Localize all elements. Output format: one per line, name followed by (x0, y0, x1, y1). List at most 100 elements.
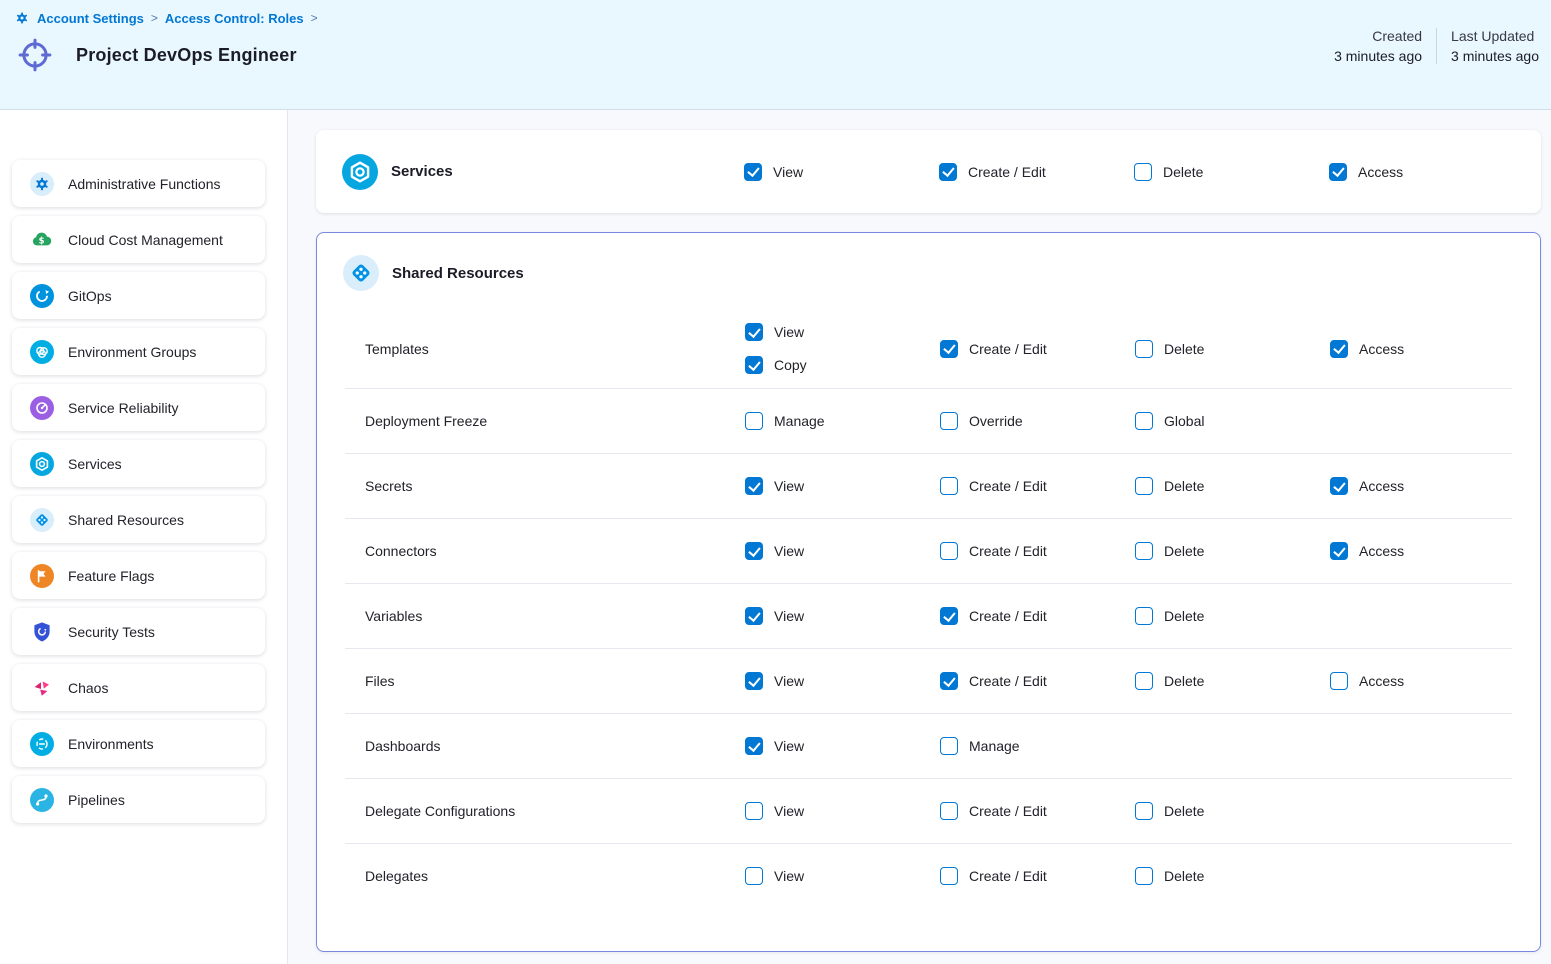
checkbox-unchecked-icon[interactable] (1135, 477, 1153, 495)
checkbox-unchecked-icon[interactable] (1134, 163, 1152, 181)
checkbox-unchecked-icon[interactable] (1135, 672, 1153, 690)
checkbox-checked-icon[interactable] (1330, 542, 1348, 560)
permission-delete[interactable]: Delete (1135, 672, 1330, 690)
permission-view[interactable]: View (745, 737, 940, 755)
sidebar-item-service-reliability[interactable]: Service Reliability (12, 384, 265, 431)
permission-access[interactable]: Access (1330, 340, 1512, 358)
checkbox-checked-icon[interactable] (745, 356, 763, 374)
permission-create-edit[interactable]: Create / Edit (940, 477, 1135, 495)
permission-create-edit[interactable]: Create / Edit (940, 607, 1135, 625)
permission-delete[interactable]: Delete (1135, 802, 1330, 820)
permission-delete[interactable]: Delete (1135, 542, 1330, 560)
sidebar-item-security-tests[interactable]: Security Tests (12, 608, 265, 655)
services-icon (342, 154, 378, 190)
created-meta: Created 3 minutes ago (1334, 28, 1436, 64)
sidebar-item-environments[interactable]: Environments (12, 720, 265, 767)
sidebar-item-gitops[interactable]: GitOps (12, 272, 265, 319)
checkbox-checked-icon[interactable] (745, 607, 763, 625)
permission-manage[interactable]: Manage (940, 737, 1135, 755)
checkbox-checked-icon[interactable] (1329, 163, 1347, 181)
settings-gear-icon (14, 10, 30, 26)
sidebar-item-pipelines[interactable]: Pipelines (12, 776, 265, 823)
environments-icon (30, 732, 54, 756)
checkbox-unchecked-icon[interactable] (1135, 340, 1153, 358)
checkbox-checked-icon[interactable] (745, 477, 763, 495)
checkbox-checked-icon[interactable] (1330, 340, 1348, 358)
services-card-title: Services (391, 163, 453, 180)
checkbox-unchecked-icon[interactable] (1135, 802, 1153, 820)
permission-access[interactable]: Access (1329, 163, 1541, 181)
permission-copy[interactable]: Copy (745, 356, 940, 374)
checkbox-unchecked-icon[interactable] (745, 867, 763, 885)
checkbox-checked-icon[interactable] (745, 672, 763, 690)
gitops-icon (30, 284, 54, 308)
permission-cell: View (745, 463, 940, 509)
sidebar-item-services[interactable]: Services (12, 440, 265, 487)
resource-row-secrets: SecretsViewCreate / EditDeleteAccess (345, 453, 1512, 518)
resource-label: Delegate Configurations (365, 803, 745, 819)
permission-create-edit[interactable]: Create / Edit (940, 867, 1135, 885)
permission-cell: Global (1135, 398, 1330, 444)
checkbox-unchecked-icon[interactable] (940, 867, 958, 885)
permission-access[interactable]: Access (1330, 672, 1512, 690)
checkbox-unchecked-icon[interactable] (940, 802, 958, 820)
sidebar-item-environment-groups[interactable]: Environment Groups (12, 328, 265, 375)
role-target-icon (16, 36, 54, 74)
permission-create-edit[interactable]: Create / Edit (940, 542, 1135, 560)
permission-view[interactable]: View (745, 477, 940, 495)
checkbox-unchecked-icon[interactable] (1330, 672, 1348, 690)
breadcrumb-link-account-settings[interactable]: Account Settings (37, 11, 144, 26)
checkbox-unchecked-icon[interactable] (745, 412, 763, 430)
permission-delete[interactable]: Delete (1135, 477, 1330, 495)
checkbox-unchecked-icon[interactable] (1135, 412, 1153, 430)
permission-access[interactable]: Access (1330, 477, 1512, 495)
checkbox-unchecked-icon[interactable] (745, 802, 763, 820)
checkbox-unchecked-icon[interactable] (1135, 867, 1153, 885)
checkbox-checked-icon[interactable] (745, 737, 763, 755)
permission-label: View (774, 608, 804, 624)
permission-delete[interactable]: Delete (1135, 340, 1330, 358)
sidebar-item-administrative-functions[interactable]: Administrative Functions (12, 160, 265, 207)
permission-create-edit[interactable]: Create / Edit (940, 802, 1135, 820)
sidebar-item-feature-flags[interactable]: Feature Flags (12, 552, 265, 599)
sidebar-item-shared-resources[interactable]: Shared Resources (12, 496, 265, 543)
permission-delete[interactable]: Delete (1134, 163, 1329, 181)
breadcrumb-link-access-control-roles[interactable]: Access Control: Roles (165, 11, 304, 26)
checkbox-unchecked-icon[interactable] (940, 412, 958, 430)
checkbox-checked-icon[interactable] (744, 163, 762, 181)
permission-cell (1330, 862, 1512, 890)
permission-create-edit[interactable]: Create / Edit (940, 672, 1135, 690)
permission-override[interactable]: Override (940, 412, 1135, 430)
permission-view[interactable]: View (745, 542, 940, 560)
checkbox-checked-icon[interactable] (940, 672, 958, 690)
permission-create-edit[interactable]: Create / Edit (940, 340, 1135, 358)
checkbox-checked-icon[interactable] (940, 607, 958, 625)
checkbox-checked-icon[interactable] (1330, 477, 1348, 495)
permission-view[interactable]: View (745, 802, 940, 820)
checkbox-unchecked-icon[interactable] (1135, 542, 1153, 560)
permission-create-edit[interactable]: Create / Edit (939, 163, 1134, 181)
permission-label: View (774, 673, 804, 689)
checkbox-checked-icon[interactable] (940, 340, 958, 358)
sidebar-item-chaos[interactable]: Chaos (12, 664, 265, 711)
sidebar-item-cloud-cost-management[interactable]: $Cloud Cost Management (12, 216, 265, 263)
permission-view[interactable]: View (745, 323, 940, 341)
checkbox-checked-icon[interactable] (745, 542, 763, 560)
checkbox-checked-icon[interactable] (745, 323, 763, 341)
permission-global[interactable]: Global (1135, 412, 1330, 430)
permission-view[interactable]: View (745, 672, 940, 690)
checkbox-checked-icon[interactable] (939, 163, 957, 181)
permission-view[interactable]: View (745, 867, 940, 885)
checkbox-unchecked-icon[interactable] (940, 477, 958, 495)
permission-delete[interactable]: Delete (1135, 867, 1330, 885)
last-updated-value: 3 minutes ago (1451, 48, 1539, 64)
permission-access[interactable]: Access (1330, 542, 1512, 560)
permission-view[interactable]: View (744, 163, 939, 181)
permission-delete[interactable]: Delete (1135, 607, 1330, 625)
checkbox-unchecked-icon[interactable] (940, 737, 958, 755)
permission-view[interactable]: View (745, 607, 940, 625)
checkbox-unchecked-icon[interactable] (1135, 607, 1153, 625)
permission-manage[interactable]: Manage (745, 412, 940, 430)
checkbox-unchecked-icon[interactable] (940, 542, 958, 560)
permission-label: View (774, 803, 804, 819)
